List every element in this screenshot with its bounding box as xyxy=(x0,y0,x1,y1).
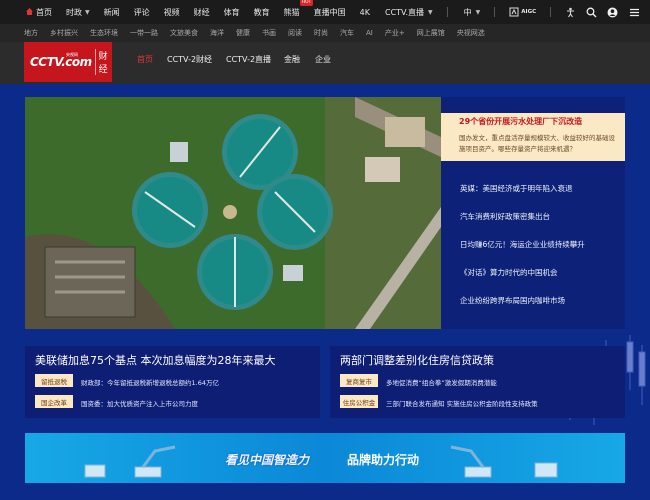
top-nav-label: 财经 xyxy=(193,7,210,17)
top-nav-label: 4K xyxy=(359,7,370,17)
divider xyxy=(494,7,496,17)
divider xyxy=(446,7,448,17)
news-card: 两部门调整差别化住房信贷政策 复商复市 多地促消费“组合拳”激发假期消费潜能 住… xyxy=(330,346,625,418)
sub-nav-item[interactable]: AI xyxy=(366,29,373,37)
top-nav-item[interactable]: 体育 xyxy=(224,7,240,18)
top-nav-item[interactable]: 4K xyxy=(360,8,370,17)
menu-icon[interactable] xyxy=(629,7,640,18)
user-icon[interactable] xyxy=(607,7,618,18)
top-nav-label: 视频 xyxy=(163,7,180,17)
sub-nav-item[interactable]: 文旅美食 xyxy=(170,28,198,38)
card-tag[interactable]: 住房公积金 xyxy=(340,395,378,408)
top-nav-item[interactable]: 首页 xyxy=(36,7,52,18)
sub-nav-item[interactable]: 网上展馆 xyxy=(417,28,445,38)
top-nav: 首页 时政 ▼ 新闻 评论 视频 财经 体育 教育 熊猫 HOT 直播中国 4K xyxy=(0,0,370,24)
logo-channel: 财经 xyxy=(94,49,112,75)
top-nav-label: 时政 xyxy=(66,7,82,17)
channel-tab[interactable]: 企业 xyxy=(315,54,331,65)
top-nav-item[interactable]: 财经 xyxy=(194,7,210,18)
sub-nav-item[interactable]: 海洋 xyxy=(210,28,224,38)
logo-text: CCTV.com xyxy=(30,55,92,69)
sub-nav-item[interactable]: 地方 xyxy=(24,28,38,38)
sub-nav-item[interactable]: 央视网选 xyxy=(457,28,485,38)
chevron-down-icon: ▼ xyxy=(85,8,90,16)
top-nav-label: 体育 xyxy=(223,7,240,17)
top-nav-item[interactable]: 时政 ▼ xyxy=(66,7,90,18)
divider xyxy=(550,7,552,17)
search-icon[interactable] xyxy=(586,7,597,18)
sub-nav-item[interactable]: 时尚 xyxy=(314,28,328,38)
sub-nav-item[interactable]: 书画 xyxy=(262,28,276,38)
top-nav-item[interactable]: 视频 xyxy=(164,7,180,18)
card-tag[interactable]: 国企改革 xyxy=(35,395,73,408)
headline-link[interactable]: 《对话》算力时代的中国机会 xyxy=(460,267,558,278)
sewage-plant-photo[interactable] xyxy=(25,97,441,329)
headline-link[interactable]: 汽车消费利好政策密集出台 xyxy=(460,211,550,222)
robot-arms-illustration xyxy=(84,445,558,478)
sub-nav-item[interactable]: 乡村振兴 xyxy=(50,28,78,38)
card-link[interactable]: 国资委：加大优质资产注入上市公司力度 xyxy=(81,398,198,408)
card-tag[interactable]: 复商复市 xyxy=(340,374,378,387)
aigc-label: AIGC xyxy=(521,9,537,15)
top-nav-label: 新闻 xyxy=(103,7,120,17)
channel-tab[interactable]: 首页 xyxy=(137,54,153,65)
hot-badge: HOT xyxy=(299,0,314,6)
aerial-photo-illustration xyxy=(25,97,441,329)
card-title[interactable]: 两部门调整差别化住房信贷政策 xyxy=(340,352,494,368)
sub-nav-item[interactable]: 产业+ xyxy=(385,28,405,38)
chevron-down-icon[interactable]: ▼ xyxy=(428,9,433,16)
cctv-finance-logo[interactable]: CCTV.com 央视网 财经 xyxy=(24,42,112,82)
headline-panel: 29个省份开展污水处理厂下沉改造 国办发文，重点盘活存量规模较大、收益较好的基础… xyxy=(441,97,625,329)
top-nav-label: 评论 xyxy=(133,7,150,17)
logo-small: 央视网 xyxy=(66,52,78,57)
banner-text-right: 品牌助力行动 xyxy=(347,453,420,467)
feature-desc[interactable]: 国办发文，重点盘活存量规模较大、收益较好的基础设施项目资产。哪些存量资产将迎来机… xyxy=(459,133,617,155)
sub-nav-item[interactable]: 一带一路 xyxy=(130,28,158,38)
aigc-icon xyxy=(509,7,519,17)
sub-nav-item[interactable]: 健康 xyxy=(236,28,250,38)
sub-nav-item[interactable]: 阅读 xyxy=(288,28,302,38)
banner-text-left: 看见中国智造力 xyxy=(225,453,310,467)
promo-banner[interactable]: 看见中国智造力 品牌助力行动 xyxy=(25,433,625,483)
card-link[interactable]: 三部门联合发布通知 实施住房公积金阶段性支持政策 xyxy=(386,398,538,408)
feature-story[interactable]: 29个省份开展污水处理厂下沉改造 国办发文，重点盘活存量规模较大、收益较好的基础… xyxy=(441,113,625,161)
home-icon[interactable] xyxy=(26,8,33,15)
top-nav-item[interactable]: 评论 xyxy=(134,7,150,18)
chevron-down-icon[interactable]: ▼ xyxy=(476,9,481,16)
top-nav-bar: 首页 时政 ▼ 新闻 评论 视频 财经 体育 教育 熊猫 HOT 直播中国 4K CCTV.直播 ▼ 中… xyxy=(0,0,650,24)
headline-link[interactable]: 英媒：美国经济或于明年陷入衰退 xyxy=(460,183,573,194)
channel-tab[interactable]: CCTV-2直播 xyxy=(226,54,271,65)
card-link[interactable]: 多地促消费“组合拳”激发假期消费潜能 xyxy=(386,377,497,387)
lang-select[interactable]: 中 xyxy=(464,7,472,18)
card-title[interactable]: 美联储加息75个基点 本次加息幅度为28年来最大 xyxy=(35,352,276,368)
card-link[interactable]: 财政部：今年留抵退税新增退税总额约1.64万亿 xyxy=(81,377,219,387)
top-nav-label: 教育 xyxy=(253,7,270,17)
top-nav-label: 直播中国 xyxy=(313,7,346,17)
top-nav-label: 熊猫 xyxy=(283,7,300,17)
accessibility-icon[interactable] xyxy=(565,7,576,18)
news-card: 美联储加息75个基点 本次加息幅度为28年来最大 留抵退税 财政部：今年留抵退税… xyxy=(25,346,320,418)
channel-tab[interactable]: 金融 xyxy=(284,54,300,65)
sub-nav-item[interactable]: 生态环境 xyxy=(90,28,118,38)
sub-nav-bar: 地方 乡村振兴 生态环境 一带一路 文旅美食 海洋 健康 书画 阅读 时尚 汽车 AI 产业+ 网上展馆 央… xyxy=(0,24,650,42)
top-nav-item[interactable]: 教育 xyxy=(254,7,270,18)
site-select[interactable]: CCTV.直播 xyxy=(385,7,424,18)
card-tag[interactable]: 留抵退税 xyxy=(35,374,73,387)
headline-link[interactable]: 企业纷纷跨界布局国内咖啡市场 xyxy=(460,295,565,306)
top-nav-label: 首页 xyxy=(36,7,52,17)
sub-nav-item[interactable]: 汽车 xyxy=(340,28,354,38)
channel-tab[interactable]: CCTV-2财经 xyxy=(167,54,212,65)
top-nav-item[interactable]: 直播中国 xyxy=(314,7,346,18)
aigc-badge[interactable]: AIGC xyxy=(509,7,536,17)
feature-title[interactable]: 29个省份开展污水处理厂下沉改造 xyxy=(459,116,617,127)
top-nav-item[interactable]: 新闻 xyxy=(104,7,120,18)
top-nav-item[interactable]: 熊猫 HOT xyxy=(283,0,314,18)
headline-link[interactable]: 日均赚6亿元！海运企业业绩持续攀升 xyxy=(460,239,585,250)
